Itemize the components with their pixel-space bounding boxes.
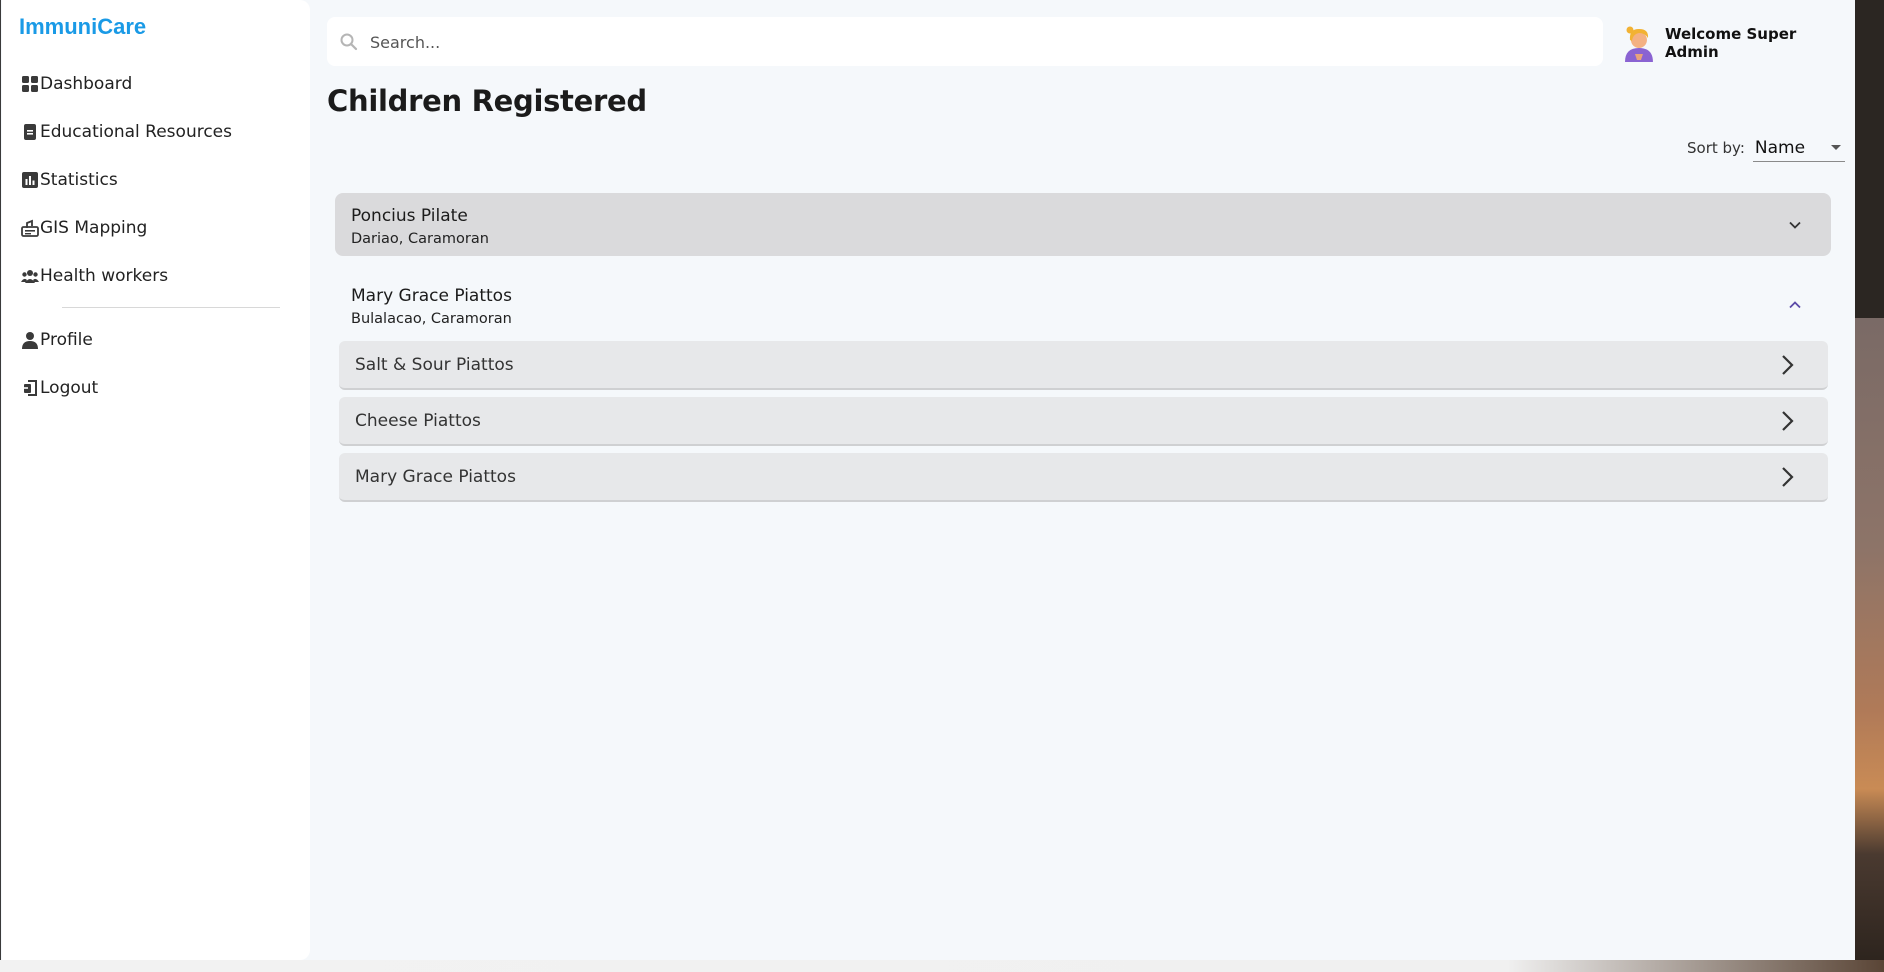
- book-icon: [20, 123, 39, 142]
- map-icon: [20, 219, 39, 238]
- list-item-label: Mary Grace Piattos: [355, 467, 516, 487]
- sidebar-item-label: Educational Resources: [40, 122, 232, 142]
- welcome-text: Welcome Super Admin: [1664, 25, 1797, 61]
- brand-logo[interactable]: ImmuniCare: [19, 14, 146, 40]
- sort-label: Sort by:: [1687, 139, 1745, 157]
- chevron-down-icon: [1789, 221, 1801, 229]
- caret-down-icon: [1830, 145, 1841, 150]
- person-icon: [20, 331, 39, 350]
- list-item[interactable]: Cheese Piattos: [339, 397, 1828, 446]
- search-input[interactable]: [370, 27, 1570, 57]
- background-photo: [1855, 318, 1884, 972]
- sidebar: ImmuniCare Dashboard Educational Resourc…: [2, 0, 310, 960]
- avatar: [1624, 26, 1653, 62]
- child-group-header[interactable]: Poncius Pilate Dariao, Caramoran: [335, 193, 1831, 256]
- search-bar: [327, 17, 1603, 66]
- users-icon: [20, 267, 39, 286]
- chevron-right-icon: [1782, 411, 1794, 431]
- sidebar-item-educational-resources[interactable]: Educational Resources: [20, 119, 232, 145]
- sidebar-item-profile[interactable]: Profile: [20, 327, 93, 353]
- sidebar-item-logout[interactable]: Logout: [20, 375, 98, 401]
- sidebar-item-gis-mapping[interactable]: GIS Mapping: [20, 215, 147, 241]
- sidebar-item-label: Profile: [40, 330, 93, 350]
- app-window: ImmuniCare Dashboard Educational Resourc…: [0, 0, 1855, 960]
- user-menu[interactable]: Welcome Super Admin: [1621, 24, 1855, 62]
- list-item-label: Cheese Piattos: [355, 411, 481, 431]
- chevron-right-icon: [1782, 355, 1794, 375]
- dashboard-icon: [20, 75, 39, 94]
- chart-icon: [20, 171, 39, 190]
- chevron-up-icon: [1789, 301, 1801, 309]
- child-name: Mary Grace Piattos: [351, 286, 512, 306]
- page-title: Children Registered: [327, 84, 647, 118]
- list-item-label: Salt & Sour Piattos: [355, 355, 514, 375]
- sidebar-divider: [62, 307, 280, 308]
- sidebar-item-label: Health workers: [40, 266, 169, 286]
- chevron-right-icon: [1782, 467, 1794, 487]
- sidebar-item-label: GIS Mapping: [40, 218, 148, 238]
- logout-icon: [20, 379, 39, 398]
- sort-value: Name: [1754, 137, 1806, 158]
- list-item[interactable]: Salt & Sour Piattos: [339, 341, 1828, 390]
- sort-select[interactable]: Name: [1752, 134, 1845, 162]
- background-strip: [0, 960, 1884, 972]
- sidebar-item-statistics[interactable]: Statistics: [20, 167, 118, 193]
- sidebar-item-health-workers[interactable]: Health workers: [20, 263, 168, 289]
- sidebar-item-label: Statistics: [40, 170, 118, 190]
- child-name: Poncius Pilate: [351, 206, 468, 226]
- sidebar-item-label: Logout: [40, 378, 99, 398]
- child-location: Dariao, Caramoran: [351, 231, 489, 247]
- child-group-header[interactable]: Mary Grace Piattos Bulalacao, Caramoran: [335, 273, 1831, 336]
- sidebar-item-label: Dashboard: [40, 74, 133, 94]
- sidebar-item-dashboard[interactable]: Dashboard: [20, 71, 132, 97]
- sort-control: Sort by: Name: [1687, 134, 1845, 162]
- list-item[interactable]: Mary Grace Piattos: [339, 453, 1828, 502]
- search-icon: [340, 33, 358, 51]
- child-location: Bulalacao, Caramoran: [351, 311, 512, 327]
